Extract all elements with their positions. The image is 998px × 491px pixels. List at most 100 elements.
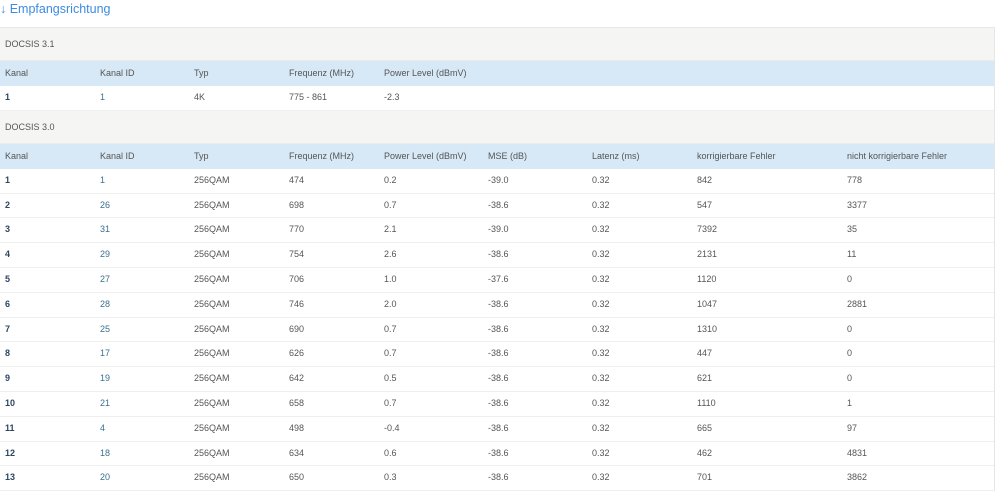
table-cell: 4K — [194, 92, 206, 102]
table-cell: 0.2 — [384, 174, 397, 185]
table-cell: 256QAM — [194, 373, 230, 384]
table-cell: 0.32 — [592, 472, 610, 483]
table-cell: 0.32 — [592, 323, 610, 334]
table-cell: -0.4 — [384, 422, 400, 433]
table-cell: 31 — [100, 224, 111, 235]
table-cell: 1 — [100, 174, 106, 185]
table-cell: 0.3 — [384, 472, 397, 483]
table-cell: -38.6 — [488, 298, 509, 309]
table-cell: 2881 — [847, 298, 868, 309]
table-cell: 0.32 — [592, 174, 610, 185]
table-cell: 28 — [100, 298, 111, 309]
table-cell: -38.6 — [488, 422, 509, 433]
table-cell: 0.32 — [592, 249, 610, 260]
table-cell: 256QAM — [194, 224, 230, 235]
column-header: Latenz (ms) — [592, 150, 640, 161]
table-cell: 462 — [697, 447, 713, 458]
table-cell: 256QAM — [194, 422, 230, 433]
table-cell: 0.6 — [384, 447, 397, 458]
column-header: nicht korrigierbare Fehler — [847, 150, 948, 161]
table-cell: 10 — [5, 397, 16, 408]
column-header: Power Level (dBmV) — [384, 68, 467, 78]
table-cell: 25 — [100, 323, 111, 334]
table-cell: 256QAM — [194, 447, 230, 458]
table-cell: 2131 — [697, 249, 718, 260]
table-cell: 0.7 — [384, 348, 397, 359]
table-cell: 256QAM — [194, 348, 230, 359]
table-cell: 0.7 — [384, 397, 397, 408]
table-cell: 0.32 — [592, 447, 610, 458]
table-cell: 770 — [289, 224, 305, 235]
table-cell: 842 — [697, 174, 713, 185]
table-cell: 97 — [847, 422, 858, 433]
table-cell: 9 — [5, 373, 11, 384]
table-cell: 698 — [289, 199, 305, 210]
table-cell: 0.5 — [384, 373, 397, 384]
table-cell: 474 — [289, 174, 305, 185]
table-cell: 1 — [100, 92, 106, 102]
table-cell: 3862 — [847, 472, 868, 483]
table-cell: -38.6 — [488, 199, 509, 210]
table-cell: 11 — [5, 422, 15, 433]
table-row: 2 26 256QAM 698 0.7 -38.6 0.32 547 3377 — [0, 193, 994, 219]
column-header: Typ — [194, 68, 209, 78]
table-cell: 256QAM — [194, 174, 230, 185]
table-cell: 621 — [697, 373, 713, 384]
table-cell: 256QAM — [194, 298, 230, 309]
table-cell: 8 — [5, 348, 11, 359]
section-docsis-30: DOCSIS 3.0 — [0, 110, 994, 144]
table-cell: 634 — [289, 447, 305, 458]
table-row: 9 19 256QAM 642 0.5 -38.6 0.32 621 0 — [0, 367, 994, 392]
table-cell: 27 — [100, 273, 111, 284]
table-cell: 0.32 — [592, 397, 610, 408]
page-title: ↓ Empfangsrichtung — [0, 2, 111, 16]
table-header-row: Kanal Kanal ID Typ Frequenz (MHz) Power Leve… — [0, 143, 994, 169]
table-cell: -37.6 — [488, 273, 509, 284]
table-cell: 6 — [5, 298, 11, 309]
table-cell: 19 — [100, 373, 111, 384]
section-docsis-31: DOCSIS 3.1 — [0, 28, 994, 61]
table-cell: -38.6 — [488, 348, 509, 359]
table-cell: 0.32 — [592, 273, 610, 284]
table-cell: 35 — [847, 224, 858, 235]
table-cell: 498 — [289, 422, 305, 433]
table-cell: -38.6 — [488, 323, 509, 334]
table-cell: 775 - 861 — [289, 92, 328, 102]
table-row: 7 25 256QAM 690 0.7 -38.6 0.32 1310 0 — [0, 317, 994, 343]
table-cell: 1047 — [697, 298, 718, 309]
table-cell: 778 — [847, 174, 863, 185]
table-cell: 7 — [5, 323, 11, 334]
table-cell: 13 — [5, 472, 16, 483]
table-cell: 0.7 — [384, 323, 397, 334]
table-row: 1 1 256QAM 474 0.2 -39.0 0.32 842 778 — [0, 168, 994, 194]
column-header: Frequenz (MHz) — [289, 150, 355, 161]
table-cell: 690 — [289, 323, 305, 334]
column-header: Kanal — [5, 150, 29, 161]
table-cell: 2.6 — [384, 249, 397, 260]
table-cell: 1 — [5, 174, 11, 185]
table-row: 11 4 256QAM 498 -0.4 -38.6 0.32 665 97 — [0, 416, 994, 442]
table-cell: -39.0 — [488, 174, 509, 185]
table-cell: -38.6 — [488, 249, 509, 260]
table-cell: -38.6 — [488, 373, 509, 384]
column-header: MSE (dB) — [488, 150, 528, 161]
table-cell: 256QAM — [194, 249, 230, 260]
table-cell: 21 — [100, 397, 111, 408]
table-cell: 447 — [697, 348, 713, 359]
table-cell: -2.3 — [384, 92, 400, 102]
table-cell: 0.32 — [592, 348, 610, 359]
table-cell: 1310 — [697, 323, 718, 334]
column-header: Typ — [194, 150, 209, 161]
table-cell: 17 — [100, 348, 111, 359]
table-cell: 2 — [5, 199, 11, 210]
table-row: 8 17 256QAM 626 0.7 -38.6 0.32 447 0 — [0, 342, 994, 368]
table-cell: 706 — [289, 273, 305, 284]
table-cell: 1.0 — [384, 273, 397, 284]
table-cell: 0.32 — [592, 373, 610, 384]
table-cell: 7392 — [697, 224, 718, 235]
table-row: 3 31 256QAM 770 2.1 -39.0 0.32 7392 35 — [0, 218, 994, 244]
table-cell: 256QAM — [194, 273, 230, 284]
table-cell: 658 — [289, 397, 305, 408]
table-header-row: Kanal Kanal ID Typ Frequenz (MHz) Power Leve… — [0, 61, 994, 86]
table-cell: 746 — [289, 298, 305, 309]
